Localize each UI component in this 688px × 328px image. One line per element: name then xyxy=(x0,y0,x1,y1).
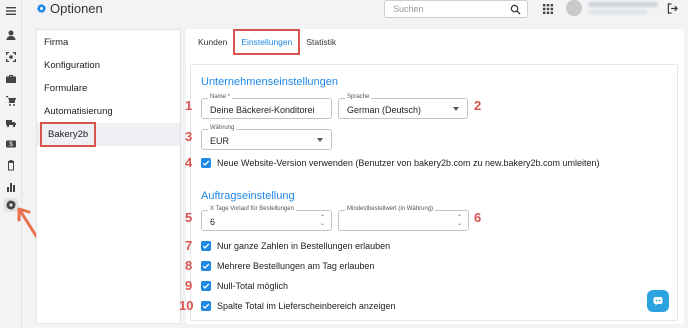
nav-item-konfiguration[interactable]: Konfiguration xyxy=(37,54,180,77)
page-title: Optionen xyxy=(50,1,103,16)
annotation-7: 7 xyxy=(185,238,193,253)
cart-icon[interactable] xyxy=(4,94,18,108)
name-field[interactable]: Name * Deine Bäckerei-Konditorei xyxy=(201,94,332,119)
tab-kunden[interactable]: Kunden xyxy=(192,29,233,57)
settings-card: Unternehmenseinstellungen 1 Name * Deine… xyxy=(179,64,678,321)
nav-item-automatisierung[interactable]: Automatisierung xyxy=(37,100,180,123)
main-panel: Kunden Einstellungen Statistik Unternehm… xyxy=(179,29,684,324)
nav-item-firma[interactable]: Firma xyxy=(37,31,180,54)
scan-icon[interactable] xyxy=(4,50,18,64)
annotation-4: 4 xyxy=(185,155,193,170)
chat-bot-icon xyxy=(653,297,663,306)
annotation-3: 3 xyxy=(185,129,193,144)
annotation-9: 9 xyxy=(185,278,193,293)
chat-widget-button[interactable] xyxy=(647,290,669,312)
language-select[interactable]: Sprache German (Deutsch) xyxy=(338,94,468,119)
total-column-checkbox-row[interactable]: Spalte Total im Lieferscheinbereich anze… xyxy=(201,301,395,311)
section-title-orders: Auftragseinstellung xyxy=(201,190,295,202)
annotation-5: 5 xyxy=(185,210,193,225)
icon-rail: $ xyxy=(0,0,22,328)
apps-grid-icon[interactable] xyxy=(543,4,553,14)
briefcase-icon[interactable] xyxy=(4,72,18,86)
annotation-1: 1 xyxy=(185,98,193,113)
stepper-arrows-icon[interactable]: ⌃ ⌄ xyxy=(320,215,325,227)
logout-icon[interactable] xyxy=(667,3,678,14)
checkbox[interactable] xyxy=(201,261,211,271)
menu-icon[interactable] xyxy=(4,4,18,18)
checkbox[interactable] xyxy=(201,301,211,311)
dollar-icon[interactable]: $ xyxy=(4,137,18,151)
checkbox[interactable] xyxy=(201,241,211,251)
settings-title-icon xyxy=(36,3,47,14)
multiple-orders-checkbox-row[interactable]: Mehrere Bestellungen am Tag erlauben xyxy=(201,261,374,271)
search-input[interactable]: Suchen xyxy=(384,0,528,18)
checkbox[interactable] xyxy=(201,281,211,291)
stepper-arrows-icon[interactable]: ⌃ ⌄ xyxy=(457,215,462,227)
annotation-8: 8 xyxy=(185,258,193,273)
bar-chart-icon[interactable] xyxy=(4,180,18,194)
min-order-input[interactable]: Mindestbestellwert (in Währung) ⌃ ⌄ xyxy=(338,206,469,231)
annotation-6: 6 xyxy=(474,210,482,225)
checkbox[interactable] xyxy=(201,158,211,168)
person-icon[interactable] xyxy=(4,28,18,42)
chevron-down-icon xyxy=(453,107,459,111)
section-title-company: Unternehmenseinstellungen xyxy=(201,76,338,88)
lead-days-input[interactable]: X Tage Vorlauf für Bestellungen 6 ⌃ ⌄ xyxy=(201,206,332,231)
tab-bar: Kunden Einstellungen Statistik xyxy=(192,29,342,57)
tab-einstellungen[interactable]: Einstellungen xyxy=(233,29,301,55)
nav-item-bakery2b[interactable]: Bakery2b xyxy=(37,122,180,147)
annotation-2: 2 xyxy=(474,98,482,113)
new-version-checkbox-row[interactable]: Neue Website-Version verwenden (Benutzer… xyxy=(201,158,600,168)
clipboard-icon[interactable] xyxy=(4,158,18,172)
whole-numbers-checkbox-row[interactable]: Nur ganze Zahlen in Bestellungen erlaube… xyxy=(201,241,390,251)
settings-nav: Firma Konfiguration Formulare Automatisi… xyxy=(36,29,181,324)
chevron-down-icon xyxy=(317,138,323,142)
currency-select[interactable]: Währung EUR xyxy=(201,125,332,150)
truck-icon[interactable] xyxy=(4,116,18,130)
null-total-checkbox-row[interactable]: Null-Total möglich xyxy=(201,281,288,291)
nav-item-formulare[interactable]: Formulare xyxy=(37,77,180,100)
tab-statistik[interactable]: Statistik xyxy=(300,29,342,57)
search-placeholder: Suchen xyxy=(393,4,424,14)
search-icon[interactable] xyxy=(510,4,521,15)
user-info-blurred xyxy=(588,2,668,16)
annotation-10: 10 xyxy=(179,298,194,313)
avatar[interactable] xyxy=(566,0,582,16)
